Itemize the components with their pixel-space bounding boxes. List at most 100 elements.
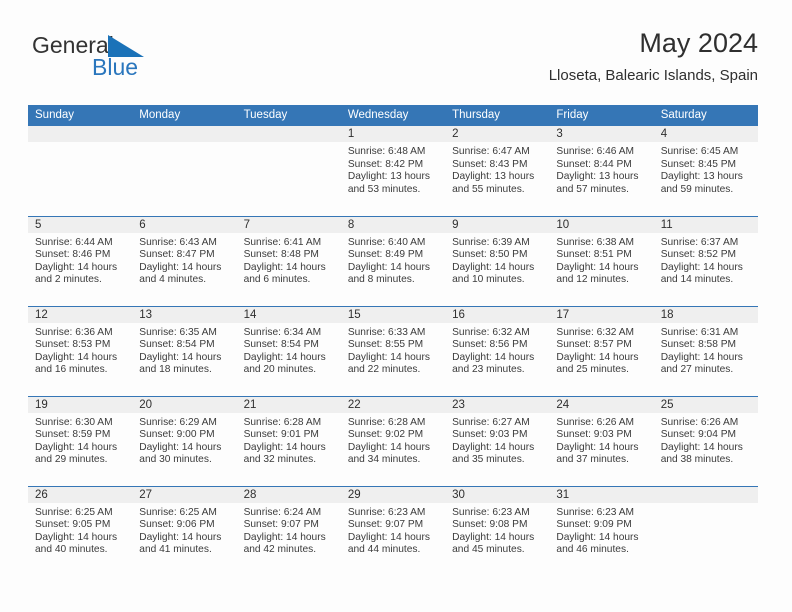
daylight-text: Daylight: 14 hours (35, 531, 118, 543)
day-number: 15 (340, 306, 446, 323)
sunrise-text: Sunrise: 6:23 AM (556, 506, 634, 518)
sunset-text: Sunset: 9:07 PM (347, 519, 424, 531)
day-details: Sunrise: 6:35 AM Sunset: 8:54 PM Daylight:… (132, 323, 236, 377)
sunset-text: Sunset: 9:09 PM (556, 519, 632, 531)
daylight-text: and 57 minutes. (556, 183, 629, 195)
calendar-day-cell[interactable]: 12 Sunrise: 6:36 AM Sunset: 8:53 PM Dayligh… (28, 305, 133, 396)
calendar-day-cell[interactable]: 31 Sunrise: 6:23 AM Sunset: 9:09 PM Dayligh… (549, 485, 654, 576)
calendar-day-cell[interactable]: 8 Sunrise: 6:40 AM Sunset: 8:49 PM Daylight… (340, 215, 446, 306)
daylight-text: and 46 minutes. (556, 544, 629, 556)
day-number: 1 (340, 126, 446, 142)
day-details: Sunrise: 6:43 AM Sunset: 8:47 PM Daylight:… (132, 233, 236, 287)
day-details: Sunrise: 6:32 AM Sunset: 8:56 PM Daylight:… (445, 323, 549, 377)
daylight-text: Daylight: 14 hours (556, 441, 639, 453)
calendar-day-cell[interactable]: 7 Sunrise: 6:41 AM Sunset: 8:48 PM Daylight… (236, 215, 341, 306)
day-number: 8 (340, 216, 446, 233)
sunset-text: Sunset: 8:50 PM (452, 249, 528, 261)
calendar-day-cell[interactable]: 22 Sunrise: 6:28 AM Sunset: 9:02 PM Dayligh… (340, 395, 446, 486)
daylight-text: and 35 minutes. (452, 454, 525, 466)
calendar-day-cell[interactable]: 29 Sunrise: 6:23 AM Sunset: 9:07 PM Dayligh… (340, 485, 446, 576)
calendar-day-cell[interactable]: 4 Sunrise: 6:45 AM Sunset: 8:45 PM Daylight… (653, 126, 758, 216)
calendar-day-cell[interactable]: 14 Sunrise: 6:34 AM Sunset: 8:54 PM Dayligh… (236, 305, 341, 396)
weekday-header-wednesday: Wednesday (340, 105, 446, 126)
daylight-text: and 45 minutes. (452, 544, 525, 556)
day-number: 22 (340, 396, 446, 413)
day-details: Sunrise: 6:33 AM Sunset: 8:55 PM Daylight:… (341, 323, 445, 377)
calendar-day-cell[interactable]: 28 Sunrise: 6:24 AM Sunset: 9:07 PM Dayligh… (236, 485, 341, 576)
daylight-text: Daylight: 14 hours (660, 441, 743, 453)
day-details (28, 142, 132, 146)
day-details: Sunrise: 6:32 AM Sunset: 8:57 PM Daylight:… (549, 323, 653, 377)
calendar-day-cell[interactable]: 10 Sunrise: 6:38 AM Sunset: 8:51 PM Dayligh… (549, 215, 654, 306)
sunset-text: Sunset: 9:03 PM (452, 429, 528, 441)
calendar-day-cell[interactable]: 24 Sunrise: 6:26 AM Sunset: 9:03 PM Dayligh… (549, 395, 654, 486)
calendar-day-cell[interactable]: 30 Sunrise: 6:23 AM Sunset: 9:08 PM Dayligh… (445, 485, 550, 576)
calendar-day-cell[interactable]: 2 Sunrise: 6:47 AM Sunset: 8:43 PM Daylight… (445, 126, 550, 216)
calendar-day-cell[interactable]: 26 Sunrise: 6:25 AM Sunset: 9:05 PM Dayligh… (28, 485, 133, 576)
day-details: Sunrise: 6:38 AM Sunset: 8:51 PM Daylight:… (549, 233, 653, 287)
sunrise-text: Sunrise: 6:48 AM (347, 146, 426, 157)
sunset-text: Sunset: 8:49 PM (347, 249, 424, 261)
calendar-day-cell[interactable]: 5 Sunrise: 6:44 AM Sunset: 8:46 PM Daylight… (28, 215, 133, 306)
sunset-text: Sunset: 9:07 PM (243, 519, 319, 531)
daylight-text: and 38 minutes. (660, 454, 734, 466)
day-details (132, 142, 236, 146)
day-number: 18 (653, 306, 758, 323)
day-details: Sunrise: 6:28 AM Sunset: 9:02 PM Daylight:… (341, 413, 445, 467)
day-details: Sunrise: 6:45 AM Sunset: 8:45 PM Daylight:… (654, 142, 758, 196)
calendar-day-cell[interactable]: 9 Sunrise: 6:39 AM Sunset: 8:50 PM Daylight… (445, 215, 550, 306)
daylight-text: and 4 minutes. (139, 274, 207, 286)
calendar-day-cell[interactable]: 16 Sunrise: 6:32 AM Sunset: 8:56 PM Dayligh… (445, 305, 550, 396)
day-number: 24 (549, 396, 654, 413)
day-details: Sunrise: 6:28 AM Sunset: 9:01 PM Daylight:… (237, 413, 341, 467)
calendar-day-cell[interactable]: 1 Sunrise: 6:48 AM Sunset: 8:42 PM Daylight… (340, 126, 446, 216)
calendar-day-cell-empty (236, 126, 341, 216)
sunset-text: Sunset: 8:47 PM (139, 249, 215, 261)
daylight-text: Daylight: 14 hours (243, 261, 326, 273)
daylight-text: Daylight: 14 hours (347, 531, 430, 543)
daylight-text: and 32 minutes. (243, 454, 317, 466)
daylight-text: Daylight: 14 hours (452, 441, 535, 453)
day-details: Sunrise: 6:23 AM Sunset: 9:08 PM Daylight:… (445, 503, 549, 557)
calendar-page: General Blue May 2024 Lloseta, Balearic … (0, 0, 792, 612)
sunset-text: Sunset: 8:54 PM (243, 339, 319, 351)
calendar-day-cell[interactable]: 11 Sunrise: 6:37 AM Sunset: 8:52 PM Dayligh… (653, 215, 758, 306)
day-number: 13 (132, 306, 237, 323)
calendar-week-row: 5 Sunrise: 6:44 AM Sunset: 8:46 PM Daylight… (28, 215, 758, 306)
daylight-text: and 27 minutes. (660, 364, 734, 376)
day-number: 14 (236, 306, 341, 323)
sunrise-text: Sunrise: 6:40 AM (347, 236, 426, 248)
brand-logo[interactable]: General Blue (32, 32, 232, 90)
daylight-text: and 55 minutes. (452, 183, 525, 195)
calendar-day-cell[interactable]: 15 Sunrise: 6:33 AM Sunset: 8:55 PM Dayligh… (340, 305, 446, 396)
daylight-text: and 30 minutes. (139, 454, 212, 466)
calendar-day-cell[interactable]: 3 Sunrise: 6:46 AM Sunset: 8:44 PM Daylight… (549, 126, 654, 216)
daylight-text: and 29 minutes. (35, 454, 108, 466)
daylight-text: Daylight: 14 hours (556, 351, 639, 363)
day-details: Sunrise: 6:25 AM Sunset: 9:06 PM Daylight:… (132, 503, 236, 557)
sunrise-text: Sunrise: 6:29 AM (139, 416, 217, 428)
sunrise-text: Sunrise: 6:24 AM (243, 506, 322, 518)
day-details: Sunrise: 6:23 AM Sunset: 9:07 PM Daylight:… (341, 503, 445, 557)
calendar-day-cell[interactable]: 25 Sunrise: 6:26 AM Sunset: 9:04 PM Dayligh… (653, 395, 758, 486)
calendar-day-cell[interactable]: 17 Sunrise: 6:32 AM Sunset: 8:57 PM Dayligh… (549, 305, 654, 396)
calendar-day-cell[interactable]: 27 Sunrise: 6:25 AM Sunset: 9:06 PM Dayligh… (132, 485, 237, 576)
calendar-day-cell[interactable]: 20 Sunrise: 6:29 AM Sunset: 9:00 PM Dayligh… (132, 395, 237, 486)
calendar-day-cell[interactable]: 6 Sunrise: 6:43 AM Sunset: 8:47 PM Daylight… (132, 215, 237, 306)
weekday-header-friday: Friday (549, 105, 654, 126)
calendar-day-cell[interactable]: 23 Sunrise: 6:27 AM Sunset: 9:03 PM Dayligh… (445, 395, 550, 486)
day-number (132, 126, 237, 142)
sunset-text: Sunset: 9:03 PM (556, 429, 632, 441)
sunrise-text: Sunrise: 6:25 AM (35, 506, 113, 518)
calendar-day-cell[interactable]: 18 Sunrise: 6:31 AM Sunset: 8:58 PM Dayligh… (653, 305, 758, 396)
day-details: Sunrise: 6:26 AM Sunset: 9:04 PM Daylight:… (654, 413, 758, 467)
calendar-day-cell[interactable]: 19 Sunrise: 6:30 AM Sunset: 8:59 PM Dayligh… (28, 395, 133, 486)
day-number: 27 (132, 486, 237, 503)
calendar-day-cell-empty (653, 485, 758, 576)
calendar-day-cell[interactable]: 21 Sunrise: 6:28 AM Sunset: 9:01 PM Dayligh… (236, 395, 341, 486)
day-number: 12 (28, 306, 133, 323)
calendar-day-cell[interactable]: 13 Sunrise: 6:35 AM Sunset: 8:54 PM Dayligh… (132, 305, 237, 396)
sunrise-text: Sunrise: 6:33 AM (347, 326, 426, 338)
daylight-text: Daylight: 14 hours (452, 531, 535, 543)
daylight-text: Daylight: 13 hours (347, 171, 430, 183)
